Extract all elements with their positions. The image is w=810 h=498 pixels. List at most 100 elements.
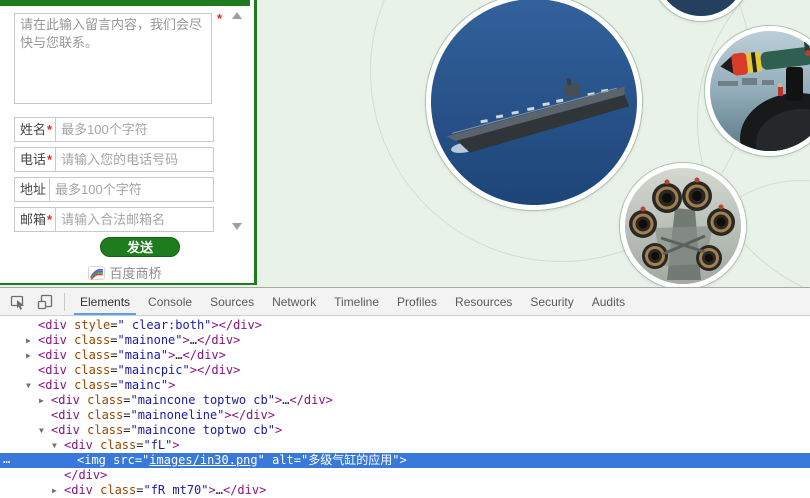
code-token-attr: class: [74, 378, 110, 392]
inspect-element-icon[interactable]: [9, 293, 27, 311]
dom-row[interactable]: <div class="maincpic"></div>: [0, 363, 810, 378]
code-token-tag: </div>: [183, 348, 226, 362]
dom-row-code: <div class="maincpic"></div>: [0, 363, 810, 378]
dom-row-code: <div class="fR mt70">…</div>: [0, 483, 810, 498]
dom-row[interactable]: ▼<div class="fL">: [0, 438, 810, 453]
field-label: 姓名*: [14, 117, 56, 142]
chat-widget-header-bar: [0, 0, 250, 6]
scroll-down-arrow[interactable]: [232, 223, 242, 230]
code-token-tag: ></div>: [190, 363, 241, 377]
scroll-up-arrow[interactable]: [232, 12, 242, 19]
required-asterisk: *: [47, 212, 52, 227]
expander-expanded-icon[interactable]: ▼: [52, 438, 57, 453]
field-row-2: 电话*: [14, 147, 214, 172]
code-token-tag: <div: [38, 318, 74, 332]
expander-collapsed-icon[interactable]: ▶: [26, 333, 31, 348]
code-token-tag: <div: [38, 333, 74, 347]
devtools-toolbar: ElementsConsoleSourcesNetworkTimelinePro…: [0, 288, 810, 316]
code-token-attr: class: [87, 408, 123, 422]
code-token-tag: >: [172, 438, 179, 452]
dom-row-code: <div class="fL">: [0, 438, 810, 453]
tab-elements[interactable]: Elements: [71, 288, 139, 315]
tab-console[interactable]: Console: [139, 288, 201, 315]
dom-row[interactable]: ▶<div class="mainone">…</div>: [0, 333, 810, 348]
tab-sources[interactable]: Sources: [201, 288, 263, 315]
devtools-panel: ElementsConsoleSourcesNetworkTimelinePro…: [0, 288, 810, 498]
code-token-attr: class: [74, 348, 110, 362]
torpedo-tubes-photo: [620, 163, 746, 287]
code-token-attr: class: [74, 363, 110, 377]
expander-collapsed-icon[interactable]: ▶: [52, 483, 57, 498]
code-token-tag: </div>: [289, 393, 332, 407]
code-token-tag: >: [168, 378, 175, 392]
elements-dom-tree: <div style=" clear:both"></div>▶<div cla…: [0, 316, 810, 498]
code-token-val: "maincone toptwo cb": [130, 423, 275, 437]
field-label: 地址: [14, 177, 50, 202]
code-token-tag: <img: [77, 453, 113, 467]
field-input[interactable]: [56, 147, 214, 172]
dom-row[interactable]: <div class="mainoneline"></div>: [0, 408, 810, 423]
code-token-attr: alt: [272, 453, 294, 467]
code-token-tag: ></div>: [211, 318, 262, 332]
tab-resources[interactable]: Resources: [446, 288, 521, 315]
field-input[interactable]: [56, 207, 214, 232]
dom-row[interactable]: ▶<div class="maincone toptwo cb">…</div>: [0, 393, 810, 408]
tab-profiles[interactable]: Profiles: [388, 288, 446, 315]
code-token-attr: class: [87, 393, 123, 407]
code-token-link: images/in30.png: [149, 453, 257, 467]
browser-screen: * 姓名* 电话* 地址邮箱* 发送 百度商桥: [0, 0, 810, 498]
code-token-val: "mainc": [117, 378, 168, 392]
code-token-val: "maina": [117, 348, 168, 362]
send-button[interactable]: 发送: [100, 237, 180, 257]
code-token-tag: </div>: [197, 333, 240, 347]
dom-row[interactable]: </div>: [0, 468, 810, 483]
message-textarea[interactable]: [14, 13, 212, 104]
dom-row[interactable]: ▼<div class="mainc">: [0, 378, 810, 393]
aircraft-carrier-photo: [426, 0, 642, 210]
expander-expanded-icon[interactable]: ▼: [39, 423, 44, 438]
code-token-attr: class: [87, 423, 123, 437]
dom-row[interactable]: ▼<div class="maincone toptwo cb">: [0, 423, 810, 438]
dom-row[interactable]: ▶<div class="fR mt70">…</div>: [0, 483, 810, 498]
selected-row-ellipsis: …: [3, 453, 10, 466]
code-token-val: "fL": [143, 438, 172, 452]
field-row-3: 地址: [14, 177, 214, 202]
baidu-bridge-brand[interactable]: 百度商桥: [0, 263, 250, 282]
field-row-1: 姓名*: [14, 117, 214, 142]
dom-row-code: <div style=" clear:both"></div>: [0, 318, 810, 333]
dom-row-code: <div class="mainone">…</div>: [0, 333, 810, 348]
dom-row[interactable]: ▶<div class="maina">…</div>: [0, 348, 810, 363]
tab-audits[interactable]: Audits: [583, 288, 634, 315]
code-token-attr: src: [113, 453, 135, 467]
field-row-4: 邮箱*: [14, 207, 214, 232]
code-token-val: "fR mt70": [143, 483, 208, 497]
device-toolbar-icon[interactable]: [36, 293, 54, 311]
code-token-attr: style: [74, 318, 110, 332]
dom-row-code: <img src="images/in30.png" alt="多级气缸的应用"…: [0, 453, 810, 468]
webpage-viewport: * 姓名* 电话* 地址邮箱* 发送 百度商桥: [0, 0, 810, 287]
field-input[interactable]: [56, 117, 214, 142]
code-token-plain: =: [294, 453, 301, 467]
field-input[interactable]: [50, 177, 214, 202]
code-token-tag: <div: [51, 393, 87, 407]
code-token-tag: <div: [51, 408, 87, 422]
dom-row-selected[interactable]: …<img src="images/in30.png" alt="多级气缸的应用…: [0, 453, 810, 468]
code-token-tag: <div: [38, 378, 74, 392]
required-asterisk: *: [47, 152, 52, 167]
required-asterisk: *: [217, 11, 222, 26]
expander-collapsed-icon[interactable]: ▶: [39, 393, 44, 408]
code-token-tag: >: [275, 423, 282, 437]
toolbar-separator: [64, 293, 65, 311]
code-token-plain: ": [258, 453, 272, 467]
tab-security[interactable]: Security: [521, 288, 582, 315]
code-token-tag: <div: [64, 483, 100, 497]
expander-expanded-icon[interactable]: ▼: [26, 378, 31, 393]
expander-collapsed-icon[interactable]: ▶: [26, 348, 31, 363]
code-token-attr: class: [100, 483, 136, 497]
dom-row[interactable]: <div style=" clear:both"></div>: [0, 318, 810, 333]
field-label: 电话*: [14, 147, 56, 172]
code-token-tag: </div>: [64, 468, 107, 482]
devtools-tab-bar: ElementsConsoleSourcesNetworkTimelinePro…: [71, 288, 634, 315]
tab-timeline[interactable]: Timeline: [325, 288, 388, 315]
tab-network[interactable]: Network: [263, 288, 325, 315]
